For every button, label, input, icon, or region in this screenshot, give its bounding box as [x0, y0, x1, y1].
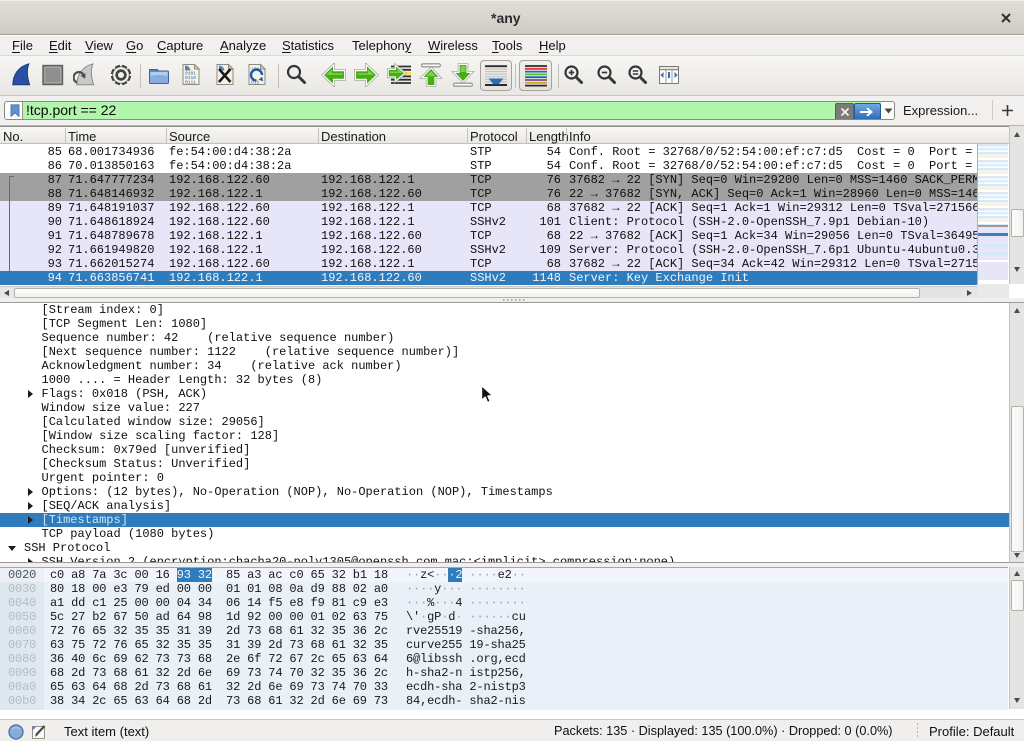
svg-text:0111: 0111 — [185, 80, 196, 86]
